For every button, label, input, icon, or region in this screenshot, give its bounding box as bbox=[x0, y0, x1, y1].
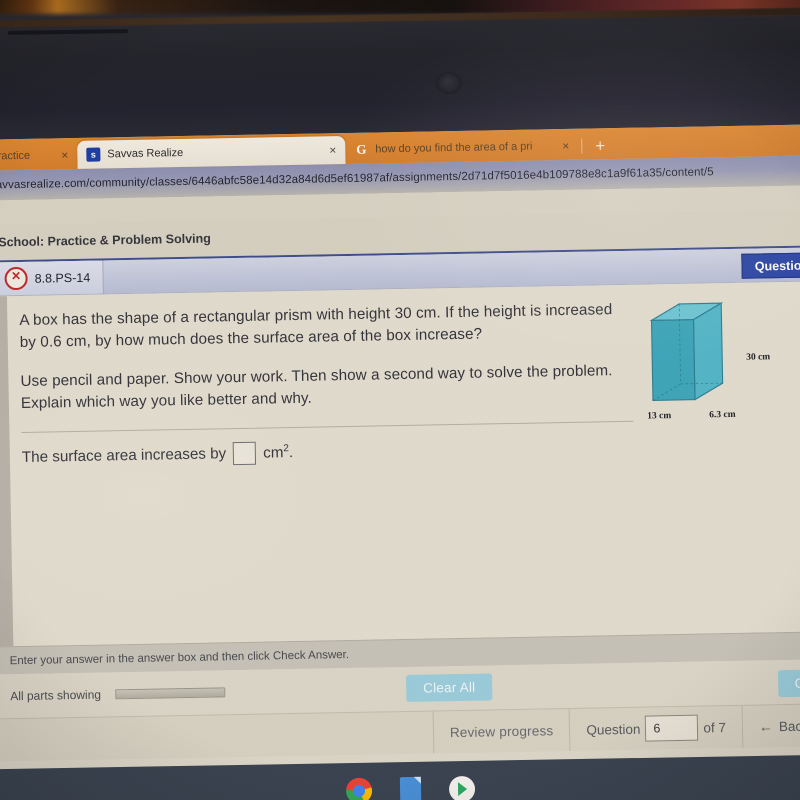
review-progress-button[interactable]: Review progress bbox=[432, 708, 570, 754]
clear-all-button[interactable]: Clear All bbox=[405, 673, 493, 702]
browser-window: Practice × s Savvas Realize × G how do y… bbox=[0, 124, 800, 800]
exercise-tab[interactable]: ✕ 8.8.PS-14 bbox=[0, 260, 104, 296]
answer-input-box[interactable] bbox=[232, 441, 257, 466]
savvas-icon: s bbox=[86, 147, 101, 162]
incorrect-status-icon: ✕ bbox=[4, 266, 28, 291]
close-icon[interactable]: × bbox=[61, 148, 68, 162]
all-parts-label: All parts showing bbox=[10, 687, 102, 704]
tab-title: how do you find the area of a pri bbox=[375, 140, 533, 156]
question-number-input[interactable]: 6 bbox=[645, 714, 699, 742]
answer-line: The surface area increases by cm2. bbox=[22, 431, 800, 469]
question-number-group: Question 6 of 7 bbox=[569, 705, 743, 751]
tab-title: Practice bbox=[0, 149, 31, 163]
answer-unit-label: cm2. bbox=[263, 443, 294, 463]
question-content-area: A box has the shape of a rectangular pri… bbox=[0, 281, 800, 647]
play-store-icon[interactable] bbox=[448, 775, 475, 800]
depth-label: 6.3 cm bbox=[709, 409, 736, 421]
savvas-page: r School: Practice & Problem Solving ✕ 8… bbox=[0, 185, 800, 800]
url-text: savvasrealize.com/community/classes/6446… bbox=[0, 166, 714, 192]
question-paragraph-2: Use pencil and paper. Show your work. Th… bbox=[20, 362, 613, 412]
rectangular-prism-figure: 30 cm 13 cm 6.3 cm bbox=[645, 296, 771, 422]
tab-divider bbox=[581, 138, 583, 154]
back-label: Back bbox=[778, 718, 800, 734]
question-body: A box has the shape of a rectangular pri… bbox=[7, 281, 800, 646]
back-button[interactable]: ← Back bbox=[741, 704, 800, 748]
question-text: A box has the shape of a rectangular pri… bbox=[19, 299, 621, 414]
question-paragraph-1: A box has the shape of a rectangular pri… bbox=[19, 301, 613, 351]
browser-tab-practice[interactable]: Practice × bbox=[0, 141, 78, 171]
question-word-label: Question bbox=[586, 721, 641, 738]
close-icon[interactable]: × bbox=[562, 139, 569, 153]
browser-tab-google-search[interactable]: G how do you find the area of a pri × bbox=[345, 132, 578, 164]
google-icon: G bbox=[356, 141, 367, 157]
google-docs-icon[interactable] bbox=[399, 776, 421, 800]
close-icon[interactable]: × bbox=[329, 143, 336, 157]
question-total-label: of 7 bbox=[703, 719, 727, 736]
check-answer-button[interactable]: Chec bbox=[778, 668, 800, 698]
arrow-left-icon: ← bbox=[758, 718, 774, 735]
parts-slider[interactable] bbox=[114, 687, 226, 700]
width-label: 13 cm bbox=[647, 411, 672, 422]
chrome-icon[interactable] bbox=[345, 777, 372, 800]
laptop-screen-photo: Practice × s Savvas Realize × G how do y… bbox=[0, 0, 800, 800]
exercise-id: 8.8.PS-14 bbox=[34, 270, 91, 286]
new-tab-button[interactable]: + bbox=[585, 136, 615, 160]
question-help-button[interactable]: Question H bbox=[741, 252, 800, 279]
answer-prefix-label: The surface area increases by bbox=[21, 445, 227, 466]
height-label: 30 cm bbox=[746, 352, 771, 363]
tab-title: Savvas Realize bbox=[107, 146, 184, 161]
browser-tab-savvas-realize[interactable]: s Savvas Realize × bbox=[77, 136, 346, 169]
section-divider bbox=[21, 420, 634, 433]
